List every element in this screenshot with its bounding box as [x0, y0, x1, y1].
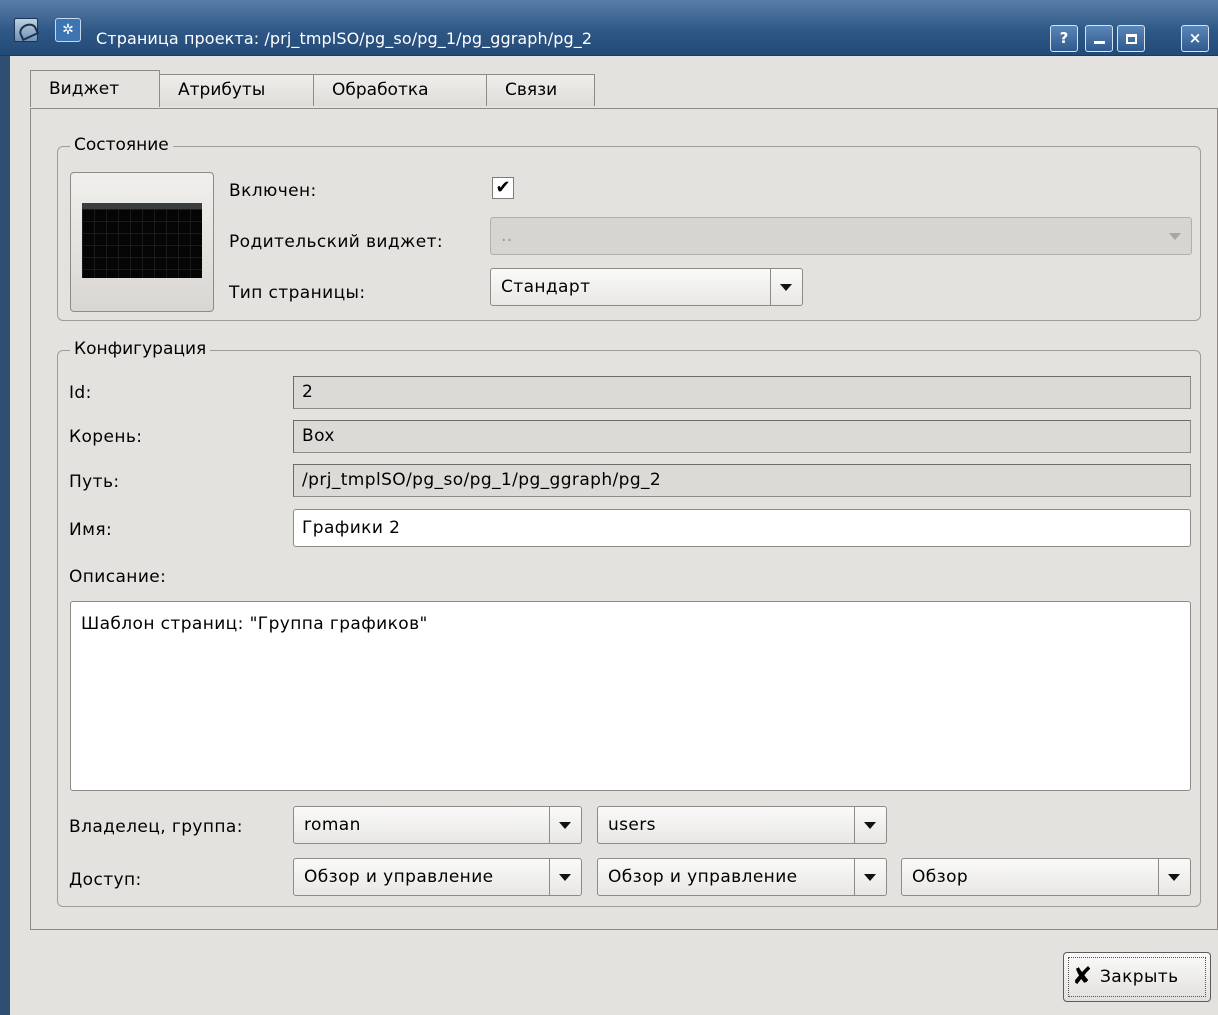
group-value: users — [608, 815, 656, 835]
state-group-title: Состояние — [70, 134, 173, 156]
access-group-select[interactable]: Обзор и управление — [597, 858, 887, 896]
close-icon: ✘ — [1072, 962, 1093, 990]
app-icon — [14, 18, 38, 42]
access-other-select[interactable]: Обзор — [901, 858, 1191, 896]
page-type-value: Стандарт — [501, 277, 591, 297]
project-page-window: ✲ Страница проекта: /prj_tmplSO/pg_so/pg… — [0, 0, 1218, 1015]
chevron-down-icon — [559, 874, 571, 881]
window-menu-icon[interactable]: ✲ — [55, 18, 81, 42]
tab-panel-widget: Состояние Включен: ✔ Родительский виджет… — [30, 108, 1218, 930]
chevron-down-icon — [559, 822, 571, 829]
state-group: Состояние Включен: ✔ Родительский виджет… — [57, 134, 1201, 321]
root-field[interactable]: Box — [293, 420, 1191, 453]
chevron-down-icon — [1169, 233, 1181, 240]
id-field[interactable]: 2 — [293, 376, 1191, 409]
config-group: Конфигурация Id: 2 Корень: Box Путь: /pr… — [57, 338, 1201, 907]
title-bar[interactable]: ✲ Страница проекта: /prj_tmplSO/pg_so/pg… — [0, 0, 1218, 56]
enabled-checkbox[interactable]: ✔ — [492, 177, 514, 199]
group-select[interactable]: users — [597, 806, 887, 844]
widget-preview-button[interactable] — [70, 172, 214, 312]
widget-preview-image — [82, 203, 202, 278]
minimize-icon — [1094, 41, 1105, 44]
page-type-label: Тип страницы: — [229, 283, 366, 303]
close-button[interactable]: ✘ Закрыть — [1063, 952, 1211, 1002]
description-label: Описание: — [69, 567, 167, 587]
access-group-value: Обзор и управление — [608, 867, 798, 887]
owner-value: roman — [304, 815, 361, 835]
chevron-down-icon — [864, 874, 876, 881]
chevron-down-icon — [780, 284, 792, 291]
tab-processing[interactable]: Обработка — [313, 74, 487, 106]
minimize-button[interactable] — [1085, 25, 1113, 52]
close-window-button[interactable]: × — [1181, 25, 1209, 52]
window-title: Страница проекта: /prj_tmplSO/pg_so/pg_1… — [96, 29, 593, 48]
tab-attributes[interactable]: Атрибуты — [159, 74, 314, 106]
access-user-select[interactable]: Обзор и управление — [293, 858, 582, 896]
access-other-value: Обзор — [912, 867, 969, 887]
id-label: Id: — [69, 383, 92, 403]
chevron-down-icon — [864, 822, 876, 829]
path-field[interactable]: /prj_tmplSO/pg_so/pg_1/pg_ggraph/pg_2 — [293, 464, 1191, 497]
name-input[interactable]: Графики 2 — [293, 509, 1191, 547]
description-textarea[interactable]: Шаблон страниц: "Группа графиков" — [70, 601, 1191, 791]
parent-widget-label: Родительский виджет: — [229, 232, 444, 252]
owner-select[interactable]: roman — [293, 806, 582, 844]
owner-group-label: Владелец, группа: — [69, 817, 243, 837]
close-button-label: Закрыть — [1100, 967, 1179, 987]
root-label: Корень: — [69, 427, 143, 447]
access-label: Доступ: — [69, 870, 142, 890]
tab-widget[interactable]: Виджет — [30, 70, 160, 107]
path-label: Путь: — [69, 472, 120, 492]
parent-widget-select[interactable]: .. — [490, 217, 1192, 255]
maximize-icon — [1126, 34, 1137, 44]
tab-links[interactable]: Связи — [486, 74, 595, 106]
parent-widget-value: .. — [501, 226, 513, 246]
help-button[interactable]: ? — [1050, 25, 1078, 52]
page-type-select[interactable]: Стандарт — [490, 268, 803, 306]
access-user-value: Обзор и управление — [304, 867, 494, 887]
enabled-label: Включен: — [229, 181, 317, 201]
config-group-title: Конфигурация — [70, 338, 211, 360]
chevron-down-icon — [1168, 874, 1180, 881]
maximize-button[interactable] — [1117, 25, 1145, 52]
name-label: Имя: — [69, 520, 113, 540]
